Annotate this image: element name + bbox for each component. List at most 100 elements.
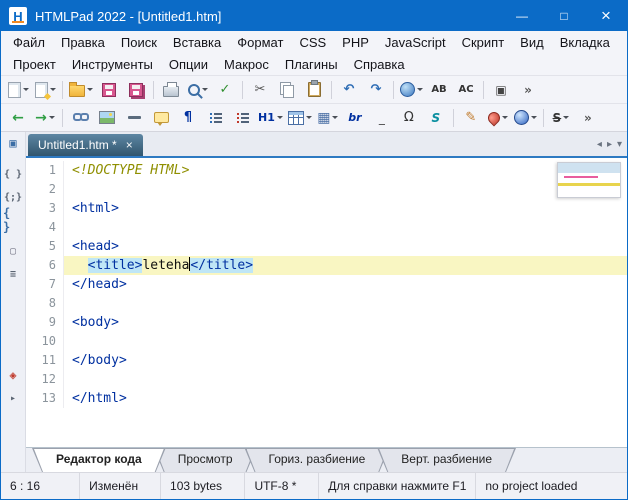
menu-plugins[interactable]: Плагины <box>277 55 346 74</box>
menu-css[interactable]: CSS <box>291 33 334 52</box>
copy-button[interactable] <box>274 78 300 102</box>
line-number[interactable]: 5 <box>26 237 64 256</box>
paragraph-button[interactable]: ¶ <box>175 106 201 130</box>
minimize-button[interactable]: — <box>501 1 543 31</box>
line-number[interactable]: 12 <box>26 370 64 389</box>
expand-arrow-icon[interactable]: ▸ <box>3 390 23 406</box>
uppercase-button[interactable]: АВ <box>426 78 452 102</box>
tab-scroll-left-icon[interactable]: ◂ <box>597 139 602 150</box>
line-number[interactable]: 2 <box>26 180 64 199</box>
menu-php[interactable]: PHP <box>334 33 377 52</box>
line-number[interactable]: 10 <box>26 332 64 351</box>
fullscreen-button[interactable]: ▣ <box>488 78 514 102</box>
tab-list-icon[interactable]: ▾ <box>617 139 622 150</box>
menu-project[interactable]: Проект <box>5 55 64 74</box>
validation-icon[interactable]: ◈ <box>3 367 23 383</box>
editor-line[interactable]: 2 <box>26 180 627 199</box>
menu-search[interactable]: Поиск <box>113 33 165 52</box>
forward-button[interactable]: → <box>32 106 58 130</box>
menu-tools[interactable]: Инструменты <box>64 55 161 74</box>
snippet-button[interactable]: S <box>423 106 449 130</box>
new-from-template-button[interactable] <box>32 78 58 102</box>
viewtab-preview[interactable]: Просмотр <box>154 448 257 472</box>
toolbar2-overflow-button[interactable]: » <box>575 106 601 130</box>
viewtab-code-editor[interactable]: Редактор кода <box>32 448 166 472</box>
menu-javascript[interactable]: JavaScript <box>377 33 454 52</box>
file-tab-untitled1[interactable]: Untitled1.htm * × <box>28 134 143 156</box>
editor-line[interactable]: 9<body> <box>26 313 627 332</box>
menu-file[interactable]: Файл <box>5 33 53 52</box>
editor-line[interactable]: 10 <box>26 332 627 351</box>
braces-icon[interactable]: { } <box>3 166 23 182</box>
redo-button[interactable]: ↷ <box>363 78 389 102</box>
list-panel-icon[interactable]: ≡ <box>3 266 23 282</box>
line-number[interactable]: 4 <box>26 218 64 237</box>
tab-scroll-right-icon[interactable]: ▸ <box>607 139 612 150</box>
menu-format[interactable]: Формат <box>229 33 291 52</box>
document-map[interactable] <box>557 162 621 198</box>
menu-script[interactable]: Скрипт <box>454 33 513 52</box>
line-number[interactable]: 6 <box>26 256 64 275</box>
line-number[interactable]: 13 <box>26 389 64 408</box>
editor-line[interactable]: 12 <box>26 370 627 389</box>
editor-line[interactable]: 7</head> <box>26 275 627 294</box>
line-number[interactable]: 3 <box>26 199 64 218</box>
braces-alt-icon[interactable]: { } <box>3 212 23 228</box>
save-all-button[interactable] <box>123 78 149 102</box>
editor-line[interactable]: 4 <box>26 218 627 237</box>
style-editor-button[interactable]: ✎ <box>458 106 484 130</box>
editor-line[interactable]: 1<!DOCTYPE HTML> <box>26 161 627 180</box>
maximize-button[interactable]: □ <box>543 1 585 31</box>
line-number[interactable]: 11 <box>26 351 64 370</box>
editor-line[interactable]: 13</html> <box>26 389 627 408</box>
editor-line-current[interactable]: 6 <title>leteha</title> <box>26 256 627 275</box>
undo-button[interactable]: ↶ <box>336 78 362 102</box>
menu-view[interactable]: Вид <box>512 33 552 52</box>
paste-button[interactable] <box>301 78 327 102</box>
browser-preview-button[interactable] <box>398 78 425 102</box>
nbsp-button[interactable]: _ <box>369 106 395 130</box>
save-button[interactable] <box>96 78 122 102</box>
close-button[interactable]: × <box>585 1 627 31</box>
code-editor[interactable]: 1<!DOCTYPE HTML> 2 3<html> 4 5<head> 6 <… <box>26 158 627 447</box>
layout-button[interactable]: ▦ <box>315 106 341 130</box>
insert-image-button[interactable] <box>94 106 120 130</box>
viewtab-vertical-split[interactable]: Верт. разбиение <box>377 448 516 472</box>
braces-semicolon-icon[interactable]: {;} <box>3 189 23 205</box>
color-picker-button[interactable] <box>485 106 511 130</box>
search-button[interactable] <box>185 78 211 102</box>
back-button[interactable]: ← <box>5 106 31 130</box>
web-colors-button[interactable] <box>512 106 539 130</box>
special-char-button[interactable]: Ω <box>396 106 422 130</box>
numbered-list-button[interactable] <box>229 106 255 130</box>
insert-table-button[interactable] <box>286 106 314 130</box>
bullet-list-button[interactable] <box>202 106 228 130</box>
new-file-button[interactable] <box>5 78 31 102</box>
menu-macro[interactable]: Макрос <box>216 55 277 74</box>
menu-edit[interactable]: Правка <box>53 33 113 52</box>
print-button[interactable] <box>158 78 184 102</box>
editor-line[interactable]: 11</body> <box>26 351 627 370</box>
menu-tab[interactable]: Вкладка <box>552 33 618 52</box>
tab-close-icon[interactable]: × <box>126 138 133 152</box>
line-number[interactable]: 1 <box>26 161 64 180</box>
blank-panel-icon[interactable]: ▢ <box>3 243 23 259</box>
panels-icon[interactable]: ▣ <box>3 135 23 151</box>
spellcheck-button[interactable]: ✓ <box>212 78 238 102</box>
viewtab-horizontal-split[interactable]: Гориз. разбиение <box>245 448 390 472</box>
editor-line[interactable]: 3<html> <box>26 199 627 218</box>
open-file-button[interactable] <box>67 78 95 102</box>
menu-help[interactable]: Справка <box>346 55 413 74</box>
strikethrough-button[interactable]: S <box>548 106 574 130</box>
line-number[interactable]: 9 <box>26 313 64 332</box>
line-number[interactable]: 7 <box>26 275 64 294</box>
heading-button[interactable]: H1 <box>256 106 285 130</box>
menu-options[interactable]: Опции <box>161 55 216 74</box>
toolbar-overflow-button[interactable]: » <box>515 78 541 102</box>
editor-line[interactable]: 5<head> <box>26 237 627 256</box>
cut-button[interactable]: ✂ <box>247 78 273 102</box>
comment-button[interactable] <box>148 106 174 130</box>
hyperlink-button[interactable] <box>67 106 93 130</box>
horizontal-rule-button[interactable] <box>121 106 147 130</box>
line-number[interactable]: 8 <box>26 294 64 313</box>
